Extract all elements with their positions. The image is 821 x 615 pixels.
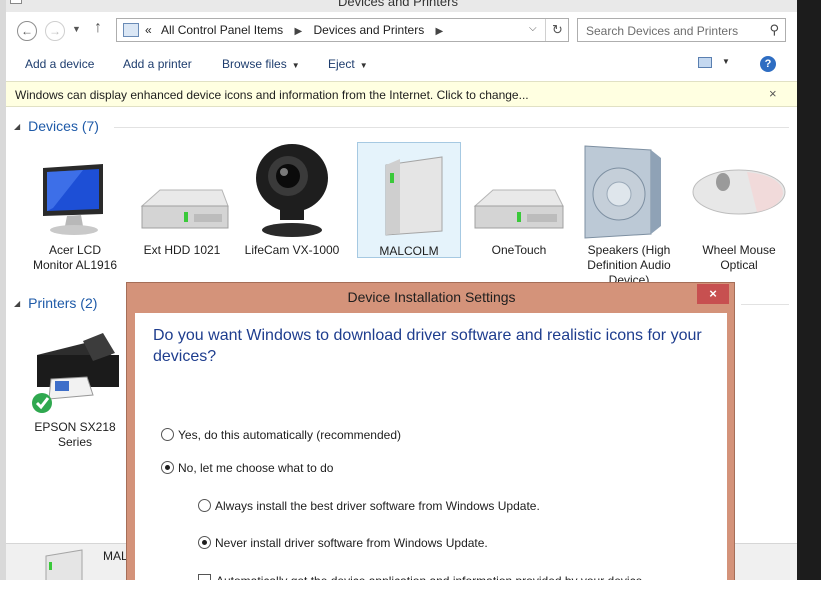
dialog-title: Device Installation Settings	[347, 289, 516, 305]
breadcrumb: « All Control Panel Items ▶ Devices and …	[145, 23, 451, 37]
printer-icon	[32, 333, 119, 413]
radio-button[interactable]	[198, 499, 211, 512]
computer-tower-icon	[45, 549, 83, 580]
radio-button[interactable]	[161, 428, 174, 441]
desktop-background	[0, 580, 821, 615]
change-view-icon[interactable]	[698, 57, 712, 68]
device-label: Monitor AL1916	[32, 258, 118, 272]
help-icon[interactable]: ?	[760, 56, 776, 72]
breadcrumb-overflow-chevron[interactable]: «	[145, 23, 152, 37]
chevron-down-icon: ▼	[359, 61, 368, 70]
back-button[interactable]: ←	[17, 21, 37, 41]
device-label: Wheel Mouse	[702, 243, 776, 257]
window-title: Devices and Printers	[338, 0, 458, 9]
option-no-label: No, let me choose what to do	[178, 461, 334, 475]
device-label: Ext HDD 1021	[143, 243, 221, 257]
option-yes-automatic[interactable]: Yes, do this automatically (recommended)	[161, 428, 401, 442]
search-icon[interactable]: ⚲	[769, 22, 779, 38]
eject-label: Eject	[328, 57, 355, 71]
devices-group-header[interactable]: ◢ Devices (7)	[14, 118, 99, 134]
radio-button[interactable]	[198, 536, 211, 549]
title-bar: Devices and Printers	[6, 0, 797, 12]
option-no-choose[interactable]: No, let me choose what to do	[161, 461, 333, 475]
device-label: Optical	[720, 258, 758, 272]
device-item[interactable]: LifeCam VX-1000	[240, 142, 344, 258]
device-label: LifeCam VX-1000	[244, 243, 340, 257]
device-item[interactable]: Acer LCD Monitor AL1916	[23, 142, 127, 273]
chevron-down-icon: ▼	[291, 61, 300, 70]
device-item[interactable]: Speakers (High Definition Audio Device)	[577, 142, 681, 288]
hard-drive-icon	[140, 189, 229, 229]
device-item[interactable]: Wheel Mouse Optical	[687, 142, 791, 273]
printer-item[interactable]: EPSON SX218 Series	[23, 323, 127, 450]
device-item[interactable]: MALCOLM	[357, 142, 461, 258]
device-installation-dialog: Device Installation Settings × Do you wa…	[126, 282, 735, 603]
group-divider	[741, 304, 789, 305]
refresh-icon[interactable]: ↻	[545, 19, 569, 41]
view-options-dropdown-icon[interactable]: ▼	[722, 57, 730, 66]
info-bar-close-icon[interactable]: ×	[769, 86, 777, 101]
eject-button[interactable]: Eject ▼	[328, 57, 368, 71]
recent-locations-dropdown-icon[interactable]: ▼	[72, 24, 81, 34]
info-bar-message[interactable]: Windows can display enhanced device icon…	[15, 88, 529, 102]
forward-button[interactable]: →	[45, 21, 65, 41]
device-label: Speakers (High	[587, 243, 671, 257]
radio-button[interactable]	[161, 461, 174, 474]
option-never-label: Never install driver software from Windo…	[215, 536, 488, 550]
breadcrumb-devices-and-printers[interactable]: Devices and Printers	[313, 23, 424, 37]
webcam-icon	[256, 144, 328, 237]
search-box[interactable]: Search Devices and Printers ⚲	[577, 18, 786, 42]
option-yes-label: Yes, do this automatically (recommended)	[178, 428, 401, 442]
browse-files-label: Browse files	[222, 57, 287, 71]
collapse-triangle-icon[interactable]: ◢	[14, 122, 20, 131]
dialog-close-button[interactable]: ×	[697, 284, 729, 304]
device-label: Acer LCD	[48, 243, 101, 257]
option-always-install[interactable]: Always install the best driver software …	[198, 499, 540, 513]
breadcrumb-separator-icon[interactable]: ▶	[436, 26, 444, 37]
device-item[interactable]: OneTouch	[467, 142, 571, 258]
device-label: OneTouch	[491, 243, 547, 257]
printers-group-title: Printers (2)	[28, 295, 98, 311]
device-label: Definition Audio	[587, 258, 671, 272]
device-label: MALCOLM	[379, 244, 439, 258]
add-device-button[interactable]: Add a device	[25, 57, 94, 71]
search-input[interactable]: Search Devices and Printers	[586, 24, 738, 38]
breadcrumb-separator-icon[interactable]: ▶	[294, 26, 302, 37]
breadcrumb-all-control-panel-items[interactable]: All Control Panel Items	[161, 23, 283, 37]
monitor-icon	[43, 164, 103, 235]
speaker-icon	[584, 145, 661, 239]
add-printer-button[interactable]: Add a printer	[123, 57, 192, 71]
printer-label: EPSON SX218	[34, 420, 116, 434]
collapse-triangle-icon[interactable]: ◢	[14, 299, 20, 308]
window-icon	[10, 0, 22, 4]
window-frame-edge	[797, 0, 821, 580]
device-item[interactable]: Ext HDD 1021	[130, 142, 234, 258]
address-dropdown-icon[interactable]: ⌵	[529, 23, 537, 34]
command-bar: Add a device Add a printer Browse files ▼…	[6, 50, 797, 79]
up-arrow-icon[interactable]: ↑	[94, 19, 102, 37]
option-never-install[interactable]: Never install driver software from Windo…	[198, 536, 488, 550]
group-divider	[114, 127, 789, 128]
hard-drive-icon	[473, 189, 564, 229]
option-always-label: Always install the best driver software …	[215, 499, 540, 513]
dialog-body: Do you want Windows to download driver s…	[135, 313, 727, 603]
printer-label: Series	[57, 435, 92, 449]
control-panel-icon	[123, 23, 139, 37]
computer-tower-icon	[385, 156, 443, 236]
printers-group-header[interactable]: ◢ Printers (2)	[14, 295, 97, 311]
info-bar[interactable]: Windows can display enhanced device icon…	[6, 81, 797, 107]
details-device-name: MAL	[103, 549, 128, 563]
devices-group-title: Devices (7)	[28, 118, 99, 134]
address-bar[interactable]: « All Control Panel Items ▶ Devices and …	[116, 18, 569, 42]
mouse-icon	[692, 169, 786, 215]
browse-files-button[interactable]: Browse files ▼	[222, 57, 300, 71]
dialog-question: Do you want Windows to download driver s…	[153, 327, 702, 365]
